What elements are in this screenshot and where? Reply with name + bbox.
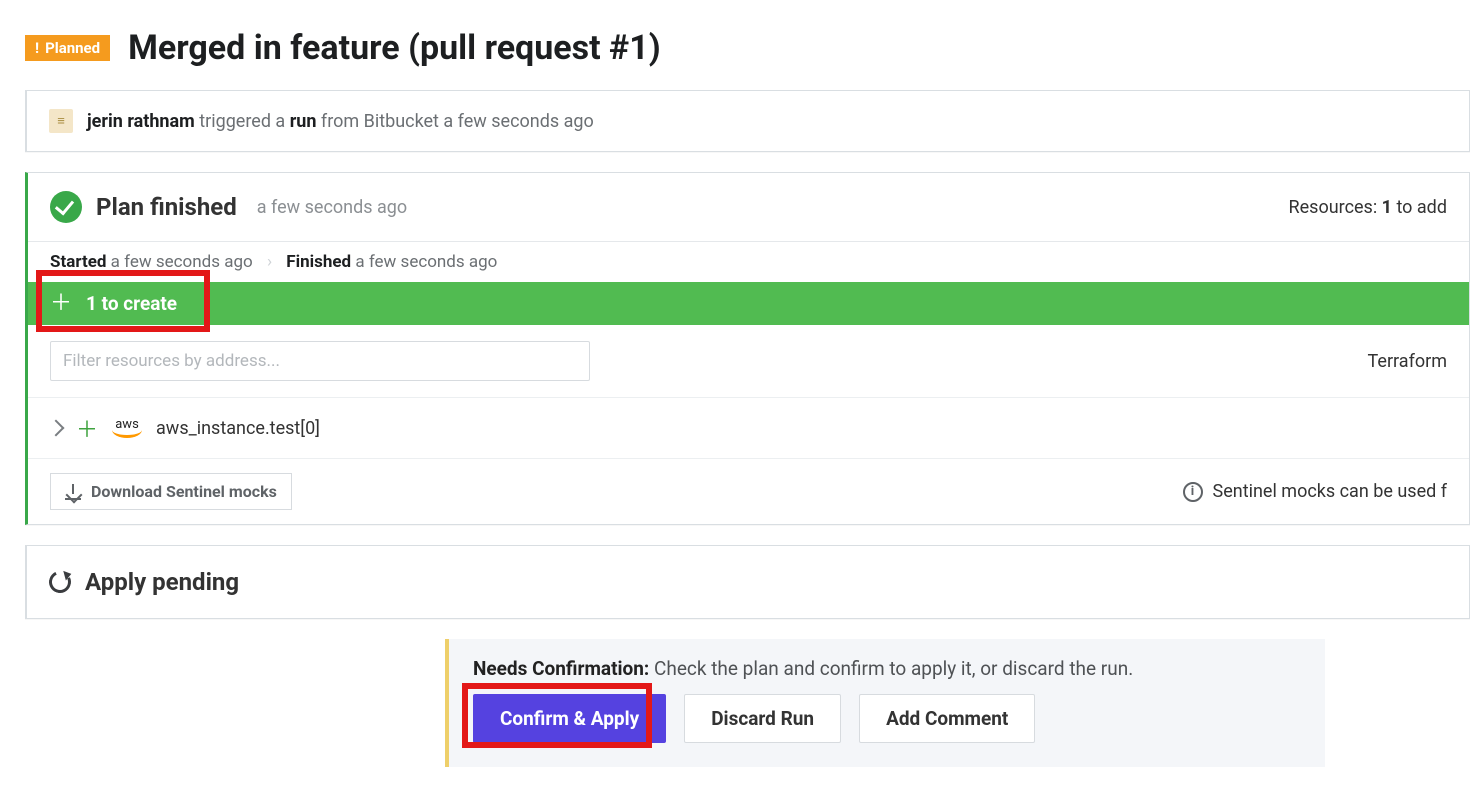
plus-icon: ＋ bbox=[76, 412, 98, 444]
trigger-text: jerin rathnam triggered a run from Bitbu… bbox=[87, 111, 594, 132]
aws-icon: aws bbox=[112, 418, 142, 438]
terraform-label: Terraform bbox=[1368, 351, 1447, 372]
trigger-card: ≡ jerin rathnam triggered a run from Bit… bbox=[25, 90, 1470, 152]
confirmation-text: Needs Confirmation: Check the plan and c… bbox=[473, 657, 1301, 680]
filter-resources-input[interactable] bbox=[50, 341, 590, 381]
plus-icon: ＋ bbox=[50, 293, 72, 315]
plan-resources-summary: Resources: 1 to add bbox=[1289, 197, 1447, 218]
resources-to-create-bar[interactable]: ＋ 1 to create bbox=[28, 282, 1469, 325]
confirmation-panel: Needs Confirmation: Check the plan and c… bbox=[445, 639, 1325, 767]
download-icon bbox=[65, 484, 81, 500]
chevron-right-icon bbox=[48, 420, 65, 437]
apply-pending-card: Apply pending bbox=[25, 545, 1470, 619]
status-badge-label: Planned bbox=[45, 39, 100, 57]
breadcrumb-sep: › bbox=[267, 252, 272, 272]
add-comment-button[interactable]: Add Comment bbox=[859, 694, 1035, 743]
started-label: Started bbox=[50, 252, 106, 272]
resource-address: aws_instance.test[0] bbox=[156, 418, 320, 439]
plan-timeline: Started a few seconds ago › Finished a f… bbox=[28, 241, 1469, 282]
page-title: Merged in feature (pull request #1) bbox=[128, 28, 661, 68]
plan-time: a few seconds ago bbox=[257, 197, 407, 218]
download-button-label: Download Sentinel mocks bbox=[91, 482, 277, 501]
download-sentinel-mocks-button[interactable]: Download Sentinel mocks bbox=[50, 473, 292, 510]
apply-pending-title: Apply pending bbox=[85, 568, 239, 596]
finished-label: Finished bbox=[286, 252, 351, 272]
create-count-label: 1 to create bbox=[86, 292, 177, 315]
confirm-apply-button[interactable]: Confirm & Apply bbox=[473, 694, 666, 743]
pending-icon bbox=[46, 568, 74, 596]
plan-card: Plan finished a few seconds ago Resource… bbox=[25, 172, 1470, 525]
exclamation-icon: ! bbox=[35, 39, 39, 57]
avatar: ≡ bbox=[49, 109, 73, 133]
status-badge-planned: ! Planned bbox=[25, 35, 110, 61]
discard-run-button[interactable]: Discard Run bbox=[684, 694, 841, 743]
trigger-user: jerin rathnam bbox=[87, 111, 195, 132]
info-icon: i bbox=[1183, 482, 1203, 502]
plan-title: Plan finished bbox=[96, 193, 237, 221]
sentinel-hint: Sentinel mocks can be used f bbox=[1213, 481, 1447, 502]
trigger-run-word: run bbox=[290, 111, 317, 132]
resource-row[interactable]: ＋ aws aws_instance.test[0] bbox=[28, 397, 1469, 458]
check-icon bbox=[50, 191, 82, 223]
